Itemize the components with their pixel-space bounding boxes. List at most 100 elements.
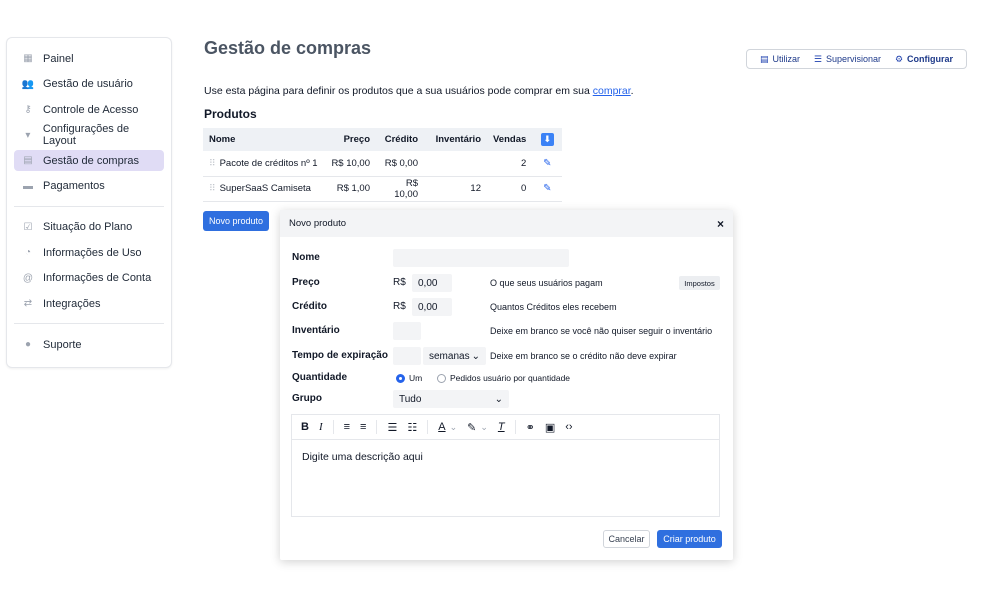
sidebar-item-plan[interactable]: ☑ Situação do Plano xyxy=(14,217,164,238)
product-price: R$ 10,00 xyxy=(324,151,376,177)
gear-icon: ⚙ xyxy=(894,53,904,64)
table-row[interactable]: ⠿ Pacote de créditos nº 1 R$ 10,00 R$ 0,0… xyxy=(203,151,563,177)
sidebar-item-usage[interactable]: ◔ Informações de Uso xyxy=(14,242,164,263)
purchase-link[interactable]: comprar xyxy=(593,85,631,97)
chevron-down-icon: ⌄ xyxy=(494,393,503,405)
cancel-button[interactable]: Cancelar xyxy=(603,530,650,548)
new-product-button[interactable]: Novo produto xyxy=(203,211,269,231)
sidebar-item-label: Gestão de usuário xyxy=(43,78,133,90)
sidebar: ▦ Painel 👥 Gestão de usuário ⚷ Controle de … xyxy=(6,37,172,368)
key-icon: ⚷ xyxy=(24,104,32,115)
help-icon: ● xyxy=(24,339,32,350)
mode-switcher: ▤ Utilizar ☰ Supervisionar ⚙ Configurar xyxy=(746,49,967,69)
sidebar-divider xyxy=(14,323,164,324)
name-input[interactable] xyxy=(393,249,569,267)
intro-body: Use esta página para definir os produtos… xyxy=(204,85,593,97)
align-center-icon[interactable]: ≡ xyxy=(360,421,366,433)
product-sales: 2 xyxy=(487,151,533,177)
sidebar-item-integrations[interactable]: ⇄ Integrações xyxy=(14,293,164,314)
close-icon[interactable]: × xyxy=(717,217,724,231)
quantity-one-radio[interactable]: Um xyxy=(396,373,422,383)
expiry-label: Tempo de expiração xyxy=(292,350,388,361)
pie-chart-icon: ◔ xyxy=(24,247,32,258)
sidebar-item-layout[interactable]: ▾ Configurações de Layout xyxy=(14,123,164,147)
bold-icon[interactable]: B xyxy=(301,421,309,433)
sidebar-item-label: Integrações xyxy=(43,297,101,310)
align-left-icon[interactable]: ≡ xyxy=(344,421,350,433)
radio-unchecked-icon xyxy=(437,373,446,383)
mode-supervise-button[interactable]: ☰ Supervisionar xyxy=(814,54,881,65)
arrows-icon: ⇄ xyxy=(23,298,33,309)
group-label: Grupo xyxy=(292,393,322,404)
product-inventory xyxy=(424,151,487,177)
products-table: Nome Preço Crédito Inventário Vendas ⬇ ⠿… xyxy=(203,128,563,202)
product-name-cell: ⠿ Pacote de créditos nº 1 xyxy=(203,151,324,177)
editor-content[interactable]: Digite uma descrição aqui xyxy=(292,440,719,474)
drag-handle-icon[interactable]: ⠿ xyxy=(209,158,216,168)
name-label: Nome xyxy=(292,252,320,263)
sidebar-item-label: Configurações de Layout xyxy=(42,123,130,147)
toolbar-divider xyxy=(376,420,378,434)
image-icon[interactable]: ▣ xyxy=(545,421,555,434)
taxes-button[interactable]: Impostos xyxy=(679,276,720,290)
product-credit: R$ 0,00 xyxy=(376,151,424,177)
editor-toolbar: B I ≡ ≡ ☰ ☷ A ⌄ ✎ ⌄ T ⚭ ▣ ‹› xyxy=(292,415,719,440)
chevron-down-icon[interactable]: ⌄ xyxy=(450,422,458,433)
sidebar-item-label: Painel xyxy=(43,52,74,65)
highlight-icon[interactable]: ✎ xyxy=(467,421,476,434)
italic-icon[interactable]: I xyxy=(319,421,323,433)
column-header-name[interactable]: Nome xyxy=(203,128,324,151)
column-header-inventory[interactable]: Inventário xyxy=(424,128,487,151)
product-name: Pacote de créditos nº 1 xyxy=(219,157,318,169)
dialog-title: Novo produto xyxy=(289,218,347,229)
edit-cell: ✎ xyxy=(532,151,563,177)
sidebar-item-painel[interactable]: ▦ Painel xyxy=(14,48,164,69)
inventory-input[interactable] xyxy=(393,322,421,340)
product-name-cell: ⠿ SuperSaaS Camiseta xyxy=(203,176,324,202)
toolbar-divider xyxy=(332,420,334,434)
group-select[interactable]: Tudo ⌄ xyxy=(393,390,509,408)
table-row[interactable]: ⠿ SuperSaaS Camiseta R$ 1,00 R$ 10,00 12 … xyxy=(203,176,563,202)
link-icon[interactable]: ⚭ xyxy=(526,421,535,434)
column-header-credit[interactable]: Crédito xyxy=(376,128,424,151)
credit-input[interactable] xyxy=(412,298,452,316)
text-color-icon[interactable]: A xyxy=(438,421,445,433)
column-header-price[interactable]: Preço xyxy=(324,128,376,151)
bullet-list-icon[interactable]: ☰ xyxy=(387,421,397,434)
description-editor: B I ≡ ≡ ☰ ☷ A ⌄ ✎ ⌄ T ⚭ ▣ ‹› Digite uma … xyxy=(291,414,720,517)
mode-use-button[interactable]: ▤ Utilizar xyxy=(760,54,800,65)
sidebar-item-users[interactable]: 👥 Gestão de usuário xyxy=(14,74,164,95)
expiry-input[interactable] xyxy=(393,347,421,365)
code-icon[interactable]: ‹› xyxy=(565,421,572,433)
quantity-multiple-radio[interactable]: Pedidos usuário por quantidade xyxy=(437,373,570,383)
brush-icon: ▾ xyxy=(25,129,31,141)
sidebar-item-support[interactable]: ● Suporte xyxy=(14,334,164,355)
mode-label: Configurar xyxy=(907,54,954,64)
product-price: R$ 1,00 xyxy=(324,176,376,202)
sidebar-item-access[interactable]: ⚷ Controle de Acesso xyxy=(14,99,164,120)
drag-handle-icon[interactable]: ⠿ xyxy=(209,183,216,193)
sidebar-item-purchases[interactable]: ▤ Gestão de compras xyxy=(14,150,164,171)
pencil-icon[interactable]: ✎ xyxy=(543,183,551,194)
chevron-down-icon[interactable]: ⌄ xyxy=(480,422,488,433)
price-input[interactable] xyxy=(412,274,452,292)
product-name: SuperSaaS Camiseta xyxy=(219,183,311,194)
expiry-unit-select[interactable]: semanas ⌄ xyxy=(423,347,486,365)
dialog-header: Novo produto × xyxy=(280,210,733,237)
group-value: Tudo xyxy=(399,393,422,405)
toolbar-divider xyxy=(514,420,516,434)
numbered-list-icon[interactable]: ☷ xyxy=(407,421,417,434)
create-product-button[interactable]: Criar produto xyxy=(657,530,722,548)
users-icon: 👥 xyxy=(21,78,35,90)
clear-format-icon[interactable]: T xyxy=(498,421,505,433)
sidebar-item-label: Suporte xyxy=(43,338,82,351)
download-icon[interactable]: ⬇ xyxy=(540,133,554,146)
mode-configure-button[interactable]: ⚙ Configurar xyxy=(895,54,953,65)
pencil-icon[interactable]: ✎ xyxy=(543,158,551,169)
store-icon: ▤ xyxy=(759,53,769,64)
sidebar-item-payments[interactable]: ▬ Pagamentos xyxy=(14,176,164,197)
product-credit: R$ 10,00 xyxy=(376,176,424,202)
inventory-label: Inventário xyxy=(292,325,340,336)
column-header-sales[interactable]: Vendas xyxy=(487,128,533,151)
sidebar-item-account[interactable]: @ Informações de Conta xyxy=(14,268,164,289)
